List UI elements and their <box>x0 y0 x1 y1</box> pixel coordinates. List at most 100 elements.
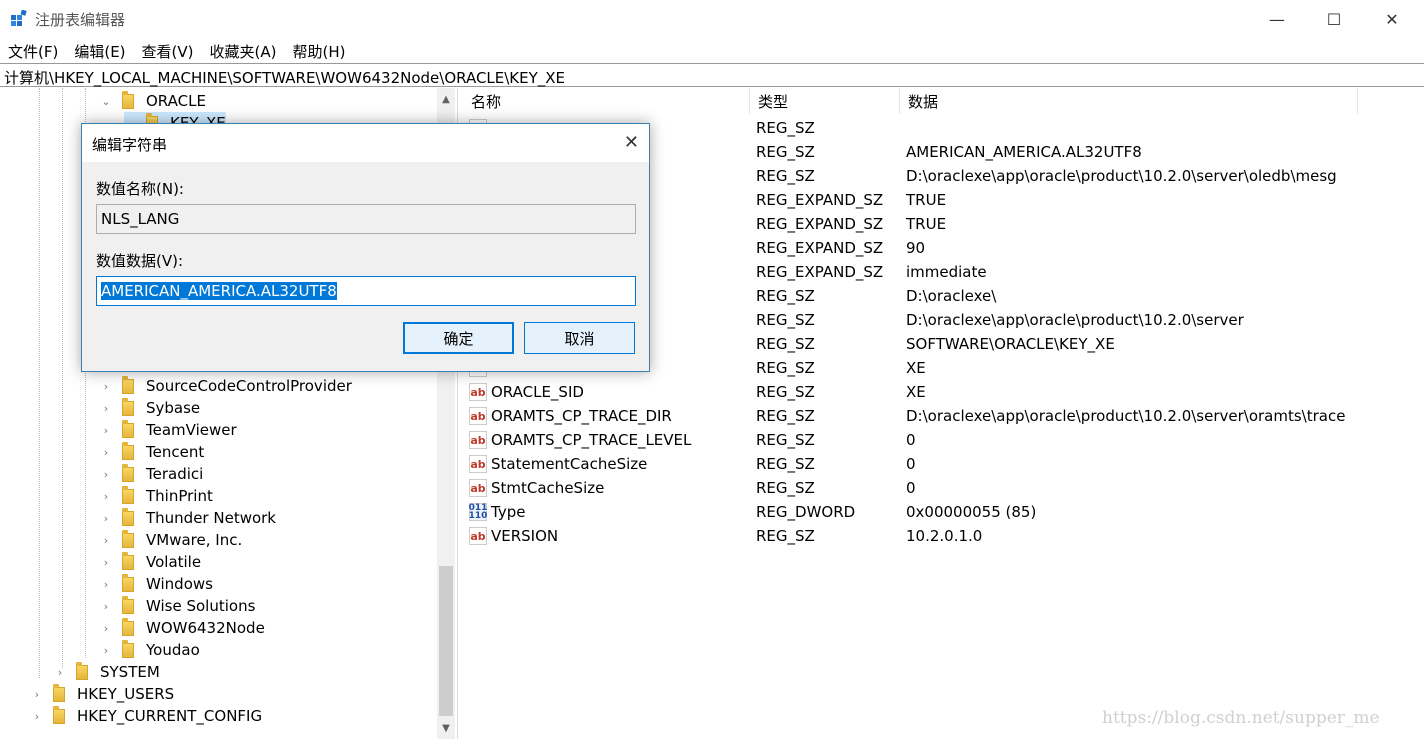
value-data: D:\oraclexe\app\oracle\product\10.2.0\se… <box>906 167 1337 185</box>
chevron-right-icon[interactable]: › <box>100 600 112 613</box>
tree-item-oracle[interactable]: ⌄ ORACLE <box>100 90 206 112</box>
chevron-right-icon[interactable]: › <box>31 710 43 723</box>
string-value-icon: ab <box>469 455 487 473</box>
string-value-icon: ab <box>469 383 487 401</box>
folder-icon <box>53 683 65 702</box>
maximize-button[interactable]: ☐ <box>1304 0 1364 38</box>
value-row[interactable]: ab StmtCacheSize REG_SZ 0 <box>463 476 1424 500</box>
chevron-right-icon[interactable]: › <box>100 556 112 569</box>
column-header-data[interactable]: 数据 <box>900 88 1358 114</box>
value-data: XE <box>906 383 926 401</box>
tree-item-label: ORACLE <box>146 92 206 110</box>
tree-item[interactable]: › SourceCodeControlProvider <box>100 375 352 397</box>
tree-item[interactable]: › VMware, Inc. <box>100 529 242 551</box>
value-row[interactable]: ab VERSION REG_SZ 10.2.0.1.0 <box>463 524 1424 548</box>
menu-favorites[interactable]: 收藏夹(A) <box>202 38 285 62</box>
chevron-right-icon[interactable]: › <box>100 622 112 635</box>
value-name: ORAMTS_CP_TRACE_LEVEL <box>491 431 692 449</box>
value-type: REG_SZ <box>756 335 815 353</box>
folder-icon <box>122 463 134 482</box>
tree-item-label: Volatile <box>146 553 202 571</box>
tree-item[interactable]: › Youdao <box>100 639 200 661</box>
value-data: AMERICAN_AMERICA.AL32UTF8 <box>906 143 1142 161</box>
chevron-right-icon[interactable]: › <box>100 380 112 393</box>
string-value-icon: ab <box>469 479 487 497</box>
value-data: immediate <box>906 263 987 281</box>
chevron-right-icon[interactable]: › <box>31 688 43 701</box>
chevron-right-icon[interactable]: › <box>100 490 112 503</box>
tree-item[interactable]: › TeamViewer <box>100 419 237 441</box>
chevron-right-icon[interactable]: › <box>54 666 66 679</box>
tree-item-label: SourceCodeControlProvider <box>146 377 352 395</box>
menu-edit[interactable]: 编辑(E) <box>66 38 133 62</box>
tree-item-label: Sybase <box>146 399 201 417</box>
tree-item[interactable]: › Volatile <box>100 551 201 573</box>
tree-item[interactable]: › Sybase <box>100 397 200 419</box>
tree-item-system[interactable]: › SYSTEM <box>54 661 160 683</box>
value-type: REG_EXPAND_SZ <box>756 239 884 257</box>
tree-item[interactable]: › Windows <box>100 573 213 595</box>
ok-button[interactable]: 确定 <box>403 322 514 354</box>
tree-item[interactable]: › Wise Solutions <box>100 595 255 617</box>
tree-item[interactable]: › Thunder Network <box>100 507 276 529</box>
maximize-icon: ☐ <box>1326 9 1342 29</box>
value-data: D:\oraclexe\app\oracle\product\10.2.0\se… <box>906 407 1346 425</box>
value-type: REG_EXPAND_SZ <box>756 215 884 233</box>
value-data: 10.2.0.1.0 <box>906 527 983 545</box>
value-row[interactable]: ab ORAMTS_CP_TRACE_LEVEL REG_SZ 0 <box>463 428 1424 452</box>
chevron-right-icon[interactable]: › <box>100 402 112 415</box>
tree-guide-line <box>39 88 40 678</box>
chevron-right-icon[interactable]: › <box>100 534 112 547</box>
value-row[interactable]: ab StatementCacheSize REG_SZ 0 <box>463 452 1424 476</box>
value-type: REG_SZ <box>756 431 815 449</box>
minimize-button[interactable]: — <box>1247 0 1307 38</box>
value-row[interactable]: ab ORACLE_SID REG_SZ XE <box>463 380 1424 404</box>
tree-item[interactable]: › Teradici <box>100 463 203 485</box>
string-value-icon: ab <box>469 431 487 449</box>
registry-editor-icon <box>11 10 27 26</box>
scroll-down-icon[interactable]: ▼ <box>437 719 455 737</box>
scroll-up-icon[interactable]: ▲ <box>437 90 455 108</box>
chevron-right-icon[interactable]: › <box>100 644 112 657</box>
tree-item-label: HKEY_USERS <box>77 685 175 703</box>
menu-file[interactable]: 文件(F) <box>0 38 66 62</box>
address-bar[interactable]: 计算机\HKEY_LOCAL_MACHINE\SOFTWARE\WOW6432N… <box>0 63 1424 87</box>
value-data-input[interactable]: AMERICAN_AMERICA.AL32UTF8 <box>96 276 636 306</box>
folder-icon <box>122 573 134 592</box>
tree-item[interactable]: › WOW6432Node <box>100 617 265 639</box>
menu-view[interactable]: 查看(V) <box>134 38 202 62</box>
tree-item-hkey-current-config[interactable]: › HKEY_CURRENT_CONFIG <box>31 705 262 727</box>
chevron-right-icon[interactable]: › <box>100 424 112 437</box>
value-row[interactable]: 011 110 Type REG_DWORD 0x00000055 (85) <box>463 500 1424 524</box>
chevron-right-icon[interactable]: › <box>100 512 112 525</box>
value-type: REG_SZ <box>756 455 815 473</box>
value-type: REG_SZ <box>756 479 815 497</box>
chevron-right-icon[interactable]: › <box>100 446 112 459</box>
menu-help[interactable]: 帮助(H) <box>284 38 353 62</box>
value-data: XE <box>906 359 926 377</box>
value-data: 90 <box>906 239 926 257</box>
chevron-right-icon[interactable]: › <box>100 578 112 591</box>
column-header-type[interactable]: 类型 <box>750 88 900 114</box>
dialog-title-bar: 编辑字符串 ✕ <box>82 124 649 162</box>
close-button[interactable]: ✕ <box>1362 0 1422 38</box>
column-header-name[interactable]: 名称 <box>463 88 750 114</box>
chevron-down-icon[interactable]: ⌄ <box>100 95 112 108</box>
value-type: REG_EXPAND_SZ <box>756 263 884 281</box>
chevron-right-icon[interactable]: › <box>100 468 112 481</box>
folder-icon <box>122 617 134 636</box>
value-row[interactable]: ab ORAMTS_CP_TRACE_DIR REG_SZ D:\oraclexe\a… <box>463 404 1424 428</box>
value-name: StmtCacheSize <box>491 479 605 497</box>
tree-item-label: VMware, Inc. <box>146 531 243 549</box>
value-type: REG_SZ <box>756 407 815 425</box>
cancel-button[interactable]: 取消 <box>524 322 635 354</box>
close-icon[interactable]: ✕ <box>624 132 639 153</box>
value-type: REG_SZ <box>756 527 815 545</box>
tree-item[interactable]: › ThinPrint <box>100 485 213 507</box>
tree-item-hkey-users[interactable]: › HKEY_USERS <box>31 683 174 705</box>
value-type: REG_SZ <box>756 311 815 329</box>
folder-icon <box>122 419 134 438</box>
tree-item[interactable]: › Tencent <box>100 441 204 463</box>
scroll-thumb[interactable] <box>439 566 453 716</box>
value-name: ORAMTS_CP_TRACE_DIR <box>491 407 672 425</box>
